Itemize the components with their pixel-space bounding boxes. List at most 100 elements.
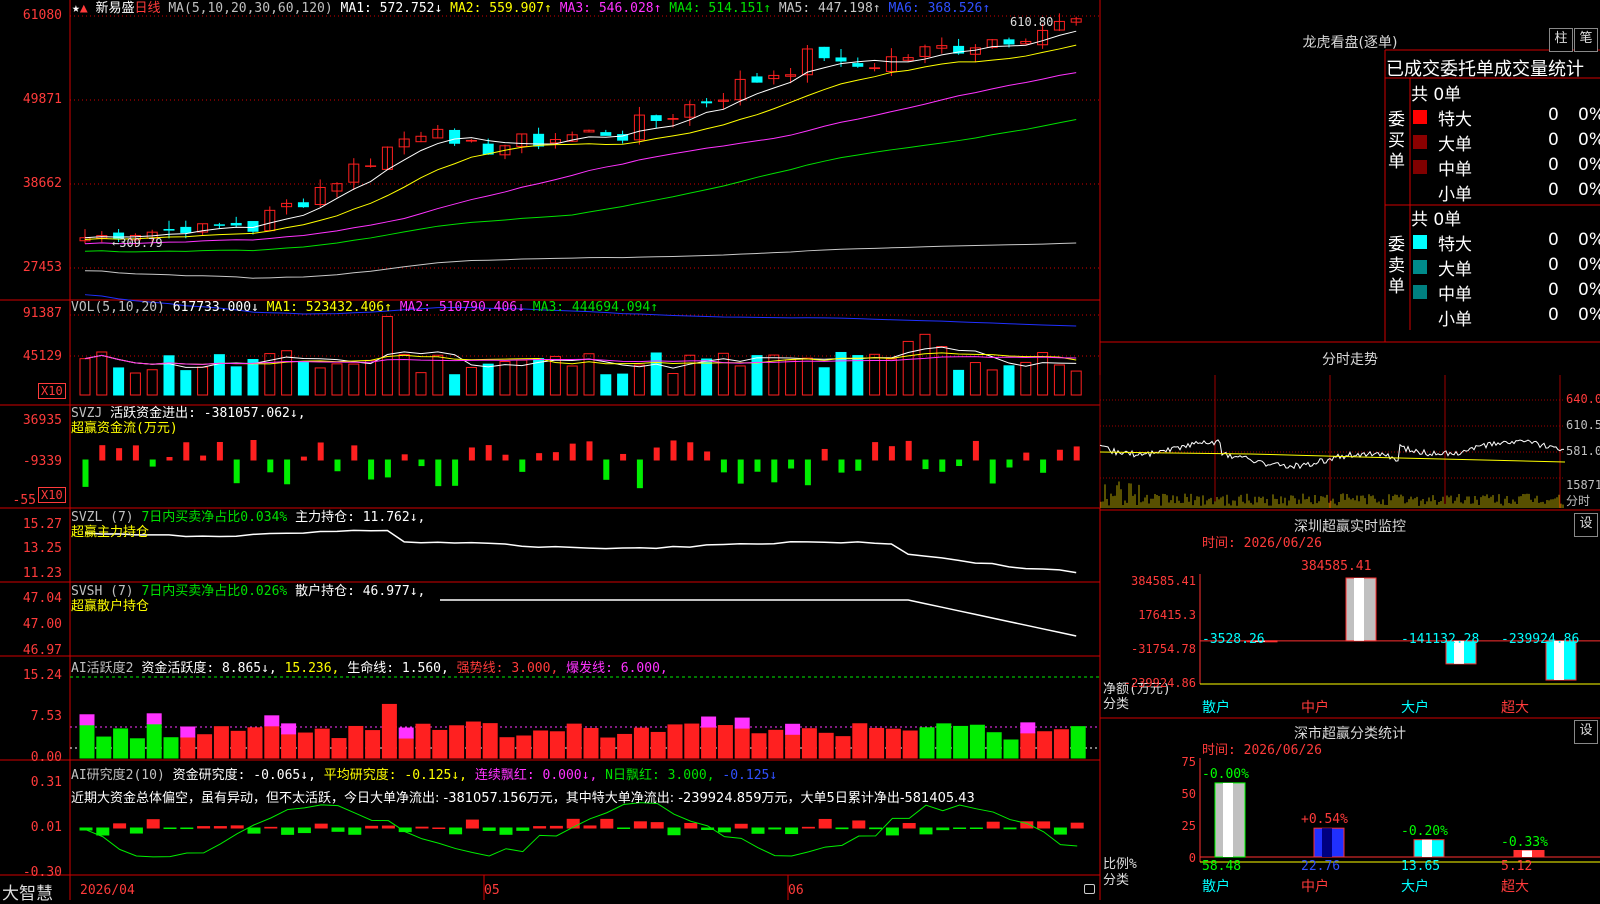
activity-bar [583, 728, 599, 759]
candle-body [213, 224, 225, 226]
sz-class-change-1: +0.54% [1301, 812, 1348, 828]
sz-monitor-xlabel: 分类 [1103, 697, 1130, 712]
vol-ma2: MA2: 510790.406↓ [399, 300, 525, 315]
fund-flow-bar [569, 443, 576, 461]
bar-view-button[interactable]: 柱 [1549, 28, 1573, 52]
candle-body [818, 46, 830, 59]
sz-monitor-settings-button[interactable]: 设 [1574, 513, 1598, 537]
fund-flow-bar [771, 459, 778, 483]
research-bar [919, 827, 933, 835]
fund-flow-bar [653, 447, 660, 461]
research-bar [516, 827, 530, 831]
fund-flow-bar [687, 442, 694, 461]
vol-header: VOL(5,10,20) 617733.000↓ MA1: 523432.406… [71, 300, 658, 315]
volume-bar [902, 340, 914, 396]
research-bar [482, 827, 496, 831]
fund-flow-bar [1040, 459, 1047, 473]
volume-bar [650, 352, 662, 396]
activity-bar [314, 728, 330, 759]
activity-bar [617, 733, 633, 759]
lh-title: 龙虎看盘(逐单) [1302, 35, 1398, 51]
activity-bar [801, 728, 817, 759]
sz-class-change-3: -0.33% [1501, 834, 1548, 850]
chart-canvas[interactable] [0, 0, 1600, 900]
xaxis-label-1: 05 [484, 883, 500, 898]
sell-row-v: 0 [1548, 280, 1559, 300]
sz-class-bar-highlight-0 [1223, 782, 1233, 857]
sz-class-change-2: -0.20% [1401, 823, 1448, 839]
svsh-ratio: 7日内买卖净占比0.026% [141, 584, 288, 599]
volume-bar [314, 367, 326, 396]
volume-bar [213, 354, 225, 396]
fund-flow-bar [838, 459, 845, 473]
ai2-ylabel-2: -0.30 [22, 865, 62, 880]
activity-cap [264, 715, 280, 727]
research-bar [1003, 827, 1017, 830]
fund-flow-bar [1073, 446, 1080, 461]
vol-ylabel-1: 45129 [22, 349, 62, 364]
research-bar [331, 827, 345, 832]
sz-class-settings-button[interactable]: 设 [1574, 720, 1598, 744]
buy-count: 共 0单 [1411, 85, 1462, 105]
volume-bar [785, 359, 797, 396]
volume-bar [449, 374, 461, 396]
sell-row-swatch [1413, 235, 1427, 249]
brand-logo[interactable]: 大智慧 [2, 879, 53, 904]
ma6-value: MA6: 368.526↑ [888, 1, 991, 16]
activity-bar [197, 734, 213, 759]
svzl-ylabel-2: 11.23 [22, 566, 62, 581]
svzj-ylabel-1: -9339 [22, 454, 62, 469]
svzl-label: SVZL (7) [71, 510, 134, 525]
activity-cap [701, 716, 717, 728]
fund-flow-bar [351, 445, 358, 461]
activity-bar [297, 732, 313, 759]
activity-bar [79, 724, 95, 759]
stock-name[interactable]: 新易盛 [95, 1, 134, 16]
research-bar [617, 827, 631, 829]
ai1-label: AI活跃度2 [71, 661, 134, 676]
buy-row-p: 0% [1578, 130, 1600, 150]
period-label[interactable]: 日线 [135, 1, 161, 16]
activity-bar [818, 732, 834, 759]
fund-flow-bar [300, 456, 307, 461]
sell-row-p: 0% [1578, 280, 1600, 300]
fund-flow-bar [485, 445, 492, 461]
tick-view-button[interactable]: 笔 [1574, 28, 1598, 52]
buy-row-v: 0 [1548, 130, 1559, 150]
fund-flow-bar [99, 445, 106, 461]
fund-flow-bar [1023, 452, 1030, 461]
research-bar [297, 827, 311, 834]
ai1-strong: 强势线: 3.000, [456, 661, 559, 676]
fund-flow-bar [116, 448, 123, 461]
sz-class-ylabel-1: 50 [1181, 787, 1196, 801]
activity-bar [146, 723, 162, 759]
ma3-value: MA3: 546.028↑ [559, 1, 662, 16]
activity-bar [163, 737, 179, 759]
activity-bar [869, 727, 885, 759]
buy-row-label: 大单 [1438, 135, 1472, 155]
svzl-header: SVZL (7) 7日内买卖净占比0.034% 主力持仓: 11.762↓, [71, 510, 425, 525]
svzl-subtitle: 超赢主力持仓 [71, 525, 150, 540]
intraday-ylabel-2: 581.0 [1566, 444, 1600, 458]
ma-line-3 [84, 72, 1077, 245]
research-bar [499, 827, 513, 835]
activity-bar [986, 732, 1002, 759]
buy-row-v: 0 [1548, 180, 1559, 200]
ma-line-1 [84, 30, 1077, 239]
volume-bar [398, 353, 410, 396]
activity-bar [281, 733, 297, 759]
sz-class-category-0: 散户 [1202, 879, 1230, 895]
ai2-ylabel-0: 0.31 [30, 775, 62, 790]
fund-flow-bar [368, 459, 375, 480]
star-icon[interactable]: ★ [72, 1, 80, 16]
research-bar [113, 823, 127, 829]
activity-bar [1053, 729, 1069, 759]
retail-holding-line [440, 599, 1077, 637]
candle-body [449, 129, 461, 144]
lock-icon[interactable] [1084, 884, 1095, 894]
svzj-header: SVZJ 活跃资金进出: -381057.062↓, [71, 406, 306, 421]
ai2-value5: -0.125↓ [722, 768, 778, 783]
sell-row-v: 0 [1548, 255, 1559, 275]
vol-label: VOL(5,10,20) [71, 300, 165, 315]
research-bar [667, 827, 681, 836]
